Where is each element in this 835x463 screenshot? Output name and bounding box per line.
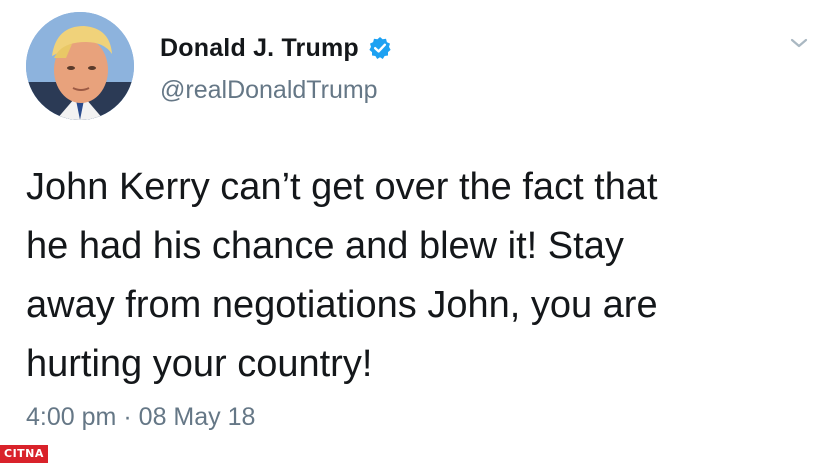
meta-separator: · [123,403,132,431]
user-handle[interactable]: @realDonaldTrump [160,76,378,105]
display-name[interactable]: Donald J. Trump [160,34,359,63]
tweet-text: John Kerry can’t get over the fact that … [26,166,658,385]
avatar[interactable] [26,12,134,120]
tweet-card: Donald J. Trump @realDonaldTrump John Ke… [0,0,835,463]
chevron-down-icon[interactable] [788,34,810,52]
author-name-row: Donald J. Trump [160,30,392,66]
avatar-image [26,12,134,120]
verified-badge-icon [368,36,392,60]
tweet-timestamp[interactable]: 4:00 pm · 08 May 18 [26,403,255,432]
site-watermark-logo: CITNA [0,445,48,463]
tweet-date: 08 May 18 [138,403,256,431]
tweet-time: 4:00 pm [26,403,117,431]
